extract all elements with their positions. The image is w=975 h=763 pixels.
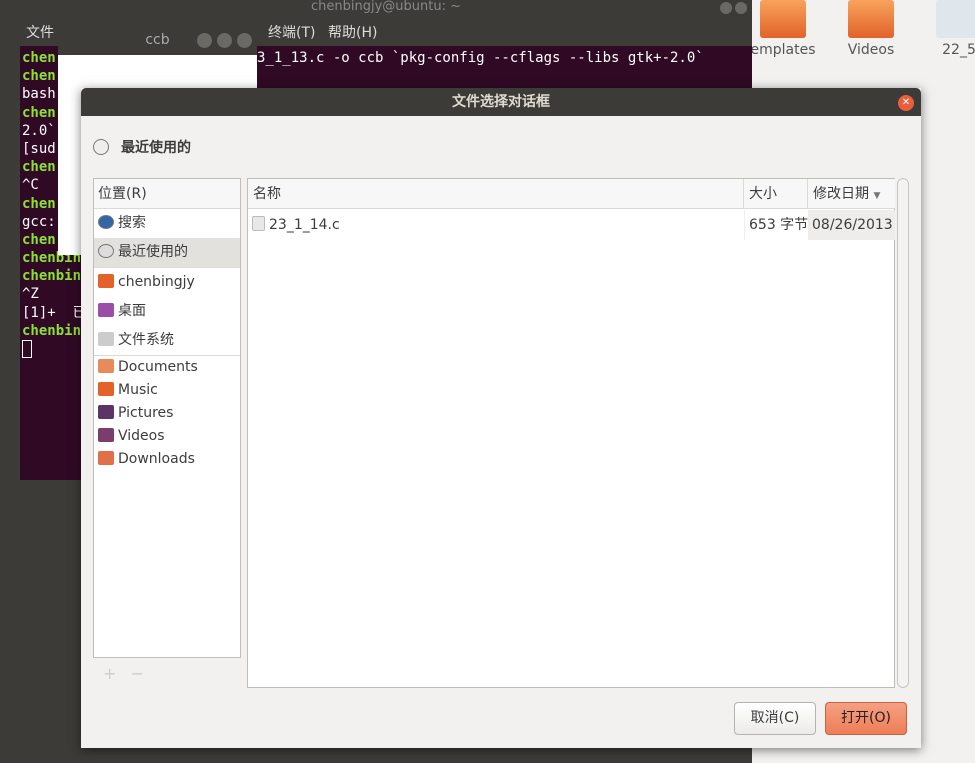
drive-icon (98, 332, 114, 346)
music-folder-icon (98, 382, 114, 396)
file-modified: 08/26/2013 (808, 210, 895, 240)
terminal-title: chenbingjy@ubuntu: ~ (20, 0, 752, 20)
maximize-button[interactable] (217, 33, 232, 48)
location-bar: 最近使用的 (93, 138, 191, 158)
place-item[interactable]: 文件系统 (94, 326, 240, 355)
file-size: 653 字节 (744, 210, 808, 240)
menu-terminal[interactable]: 终端(T) (268, 20, 315, 46)
templates-folder-icon (760, 0, 806, 38)
desktop-icon (98, 303, 114, 317)
desktop-icon-file[interactable]: 22_5 (924, 0, 975, 58)
c-file-icon (936, 0, 975, 38)
place-item[interactable]: 桌面 (94, 297, 240, 326)
places-controls: +− (103, 664, 158, 683)
place-item[interactable]: Documents (94, 356, 240, 379)
place-item[interactable]: Music (94, 379, 240, 402)
search-icon (98, 215, 114, 229)
documents-folder-icon (98, 359, 114, 373)
place-item[interactable]: chenbingjy (94, 268, 240, 297)
sort-down-icon: ▼ (873, 191, 881, 201)
file-list: 名称 大小 修改日期 ▼ 23_1_14.c 653 字节 08/26/2013 (247, 178, 895, 688)
recent-icon (93, 139, 109, 155)
desktop-icon-videos[interactable]: Videos (836, 0, 906, 58)
close-button[interactable]: ✕ (898, 95, 914, 111)
file-name: 23_1_14.c (269, 217, 340, 233)
places-header: 位置(R) (94, 179, 240, 209)
place-item[interactable]: 搜索 (94, 209, 240, 238)
text-file-icon (252, 216, 265, 231)
scrollbar[interactable] (897, 178, 909, 688)
downloads-folder-icon (98, 451, 114, 465)
open-button[interactable]: 打开(O) (825, 702, 907, 735)
column-modified[interactable]: 修改日期 ▼ (808, 179, 895, 209)
videos-folder-icon (98, 428, 114, 442)
places-sidebar: 位置(R) 搜索 最近使用的 chenbingjy 桌面 文件系统 Documents Mu… (93, 178, 241, 658)
desktop-icon-templates[interactable]: emplates (748, 0, 818, 58)
remove-bookmark-button[interactable]: − (130, 664, 157, 683)
add-bookmark-button[interactable]: + (103, 664, 130, 683)
column-name[interactable]: 名称 (248, 179, 744, 209)
close-button[interactable] (735, 2, 747, 14)
place-item[interactable]: 最近使用的 (94, 238, 240, 267)
minimize-button[interactable] (197, 33, 212, 48)
minimize-button[interactable] (720, 2, 732, 14)
recent-icon (98, 244, 114, 258)
home-folder-icon (98, 274, 114, 288)
pictures-folder-icon (98, 405, 114, 419)
column-size[interactable]: 大小 (744, 179, 808, 209)
menu-help[interactable]: 帮助(H) (328, 20, 377, 46)
videos-folder-icon (848, 0, 894, 38)
place-item[interactable]: Pictures (94, 402, 240, 425)
close-button[interactable] (237, 33, 252, 48)
dialog-title: 文件选择对话框 (81, 88, 921, 116)
place-item[interactable]: Videos (94, 425, 240, 448)
terminal-cursor (22, 340, 32, 358)
menu-file[interactable]: 文件 (26, 20, 54, 46)
file-chooser-dialog: 文件选择对话框 ✕ 最近使用的 位置(R) 搜索 最近使用的 chenbingjy 桌… (81, 88, 921, 748)
cancel-button[interactable]: 取消(C) (734, 702, 816, 735)
place-item[interactable]: Downloads (94, 448, 240, 471)
